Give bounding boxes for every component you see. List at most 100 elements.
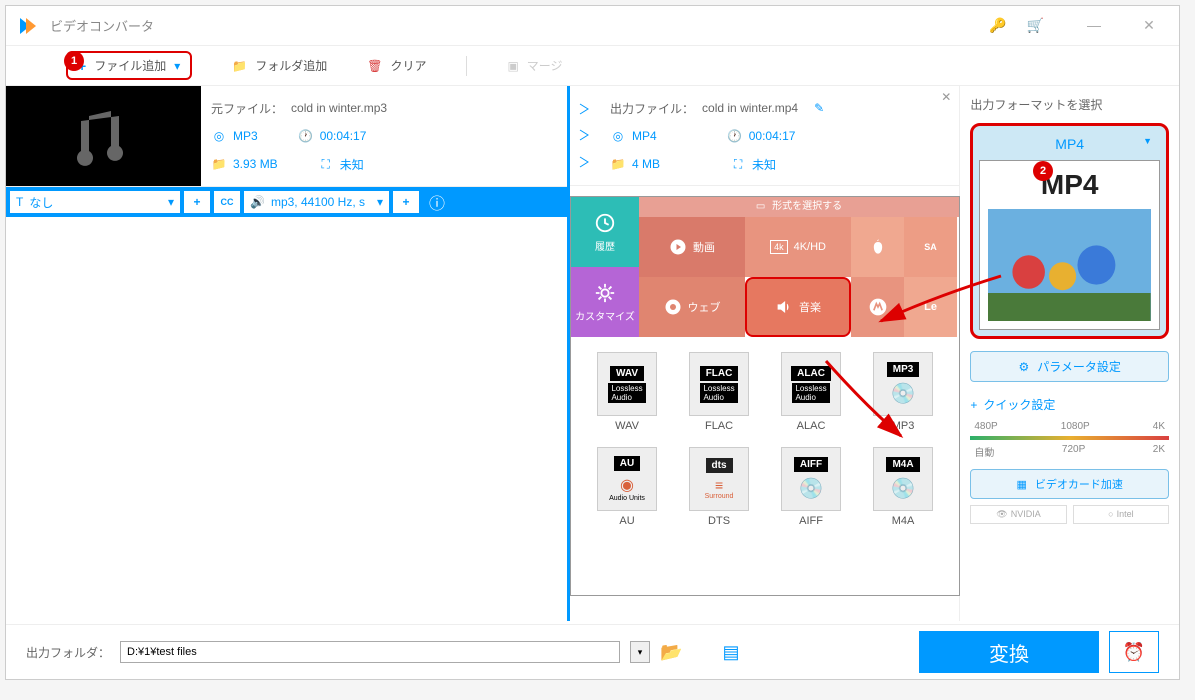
- audio-options-bar: T なし ▾ + CC 🔊 mp3, 44100 Hz, s ▾ + ⓘ: [6, 187, 567, 217]
- add-audio-button[interactable]: +: [393, 191, 419, 213]
- edit-filename-button[interactable]: ✎: [814, 101, 824, 115]
- schedule-button[interactable]: ⏰: [1109, 631, 1159, 673]
- format-dts[interactable]: dts≡SurroundDTS: [678, 447, 760, 527]
- history-icon: [594, 212, 616, 234]
- close-button[interactable]: ✕: [1129, 17, 1169, 34]
- app-logo-icon: [16, 14, 40, 38]
- format-wav[interactable]: WAVLosslessAudioWAV: [586, 352, 668, 432]
- res-480p: 480P: [974, 421, 997, 432]
- window-buttons: — ✕: [1074, 17, 1169, 34]
- param-btn-label: パラメータ設定: [1037, 358, 1121, 375]
- output-folder-input[interactable]: [120, 641, 620, 663]
- format-flac[interactable]: FLACLosslessAudioFLAC: [678, 352, 760, 432]
- category-tiles: 動画 4k 4K/HD SA: [639, 217, 959, 337]
- format-icon: ◎: [211, 129, 227, 143]
- music-note-icon: [69, 106, 139, 166]
- gpu-accel-label: ビデオカード加速: [1035, 476, 1123, 492]
- app-title: ビデオコンバータ: [50, 16, 989, 35]
- plus-icon: +: [970, 398, 977, 412]
- output-folder-label: 出力フォルダ：: [26, 644, 110, 661]
- output-info: ✕ 出力ファイル： cold in winter.mp4 ✎ ◎MP4 🕐00:…: [600, 86, 959, 185]
- add-subtitle-button[interactable]: +: [184, 191, 210, 213]
- minimize-button[interactable]: —: [1074, 17, 1114, 34]
- alarm-icon: ⏰: [1123, 642, 1145, 663]
- format-alac[interactable]: ALACLosslessAudioALAC: [770, 352, 852, 432]
- source-filename: cold in winter.mp3: [291, 101, 387, 115]
- res-2k: 2K: [1153, 444, 1165, 459]
- app-window: ビデオコンバータ 🔑 🛒 — ✕ + ファイル追加 ▾ 📁 フォルダ追加 🗑 ク…: [5, 5, 1180, 680]
- resolution-slider[interactable]: [970, 436, 1169, 440]
- merge-button[interactable]: ▣ マージ: [507, 57, 562, 74]
- output-resolution: 未知: [752, 156, 776, 173]
- remove-file-button[interactable]: ✕: [941, 90, 951, 104]
- merge-label: マージ: [527, 57, 563, 74]
- gpu-accel-button[interactable]: ▦ ビデオカード加速: [970, 469, 1169, 499]
- arrow-divider: [570, 86, 600, 185]
- bottom-bar: 出力フォルダ： ▾ 📂 ▤ 変換 ⏰: [6, 624, 1179, 679]
- key-icon[interactable]: 🔑: [989, 17, 1006, 34]
- toolbar-divider: [466, 56, 467, 76]
- cart-icon[interactable]: 🛒: [1027, 17, 1044, 34]
- folder-list-button[interactable]: ▤: [722, 642, 739, 663]
- play-icon: [669, 238, 687, 256]
- merge-icon: ▣: [507, 59, 518, 73]
- left-column: 元ファイル： cold in winter.mp3 ◎MP3 🕐00:04:17…: [6, 86, 570, 621]
- folder-plus-icon: 📁: [232, 59, 247, 73]
- clear-button[interactable]: 🗑 クリア: [367, 57, 426, 74]
- audio-track-value: mp3, 44100 Hz, s: [271, 195, 377, 209]
- res-720p: 720P: [1062, 444, 1085, 459]
- tile-samsung[interactable]: SA: [904, 217, 957, 277]
- add-file-label: ファイル追加: [94, 57, 166, 74]
- quick-settings-title: クイック設定: [983, 396, 1055, 413]
- tile-4k[interactable]: 4k 4K/HD: [745, 217, 851, 277]
- add-file-button[interactable]: + ファイル追加 ▾: [66, 51, 192, 80]
- format-preview: MP4: [979, 160, 1160, 330]
- audio-track-select[interactable]: 🔊 mp3, 44100 Hz, s ▾: [244, 191, 389, 213]
- output-file-label: 出力ファイル：: [610, 100, 694, 117]
- res-auto: 自動: [974, 444, 994, 459]
- clear-label: クリア: [390, 57, 426, 74]
- parameter-settings-button[interactable]: ⚙ パラメータ設定: [970, 351, 1169, 382]
- tab-customize[interactable]: カスタマイズ: [571, 267, 639, 337]
- tile-web[interactable]: ウェブ: [639, 277, 745, 337]
- gpu-intel[interactable]: ○Intel: [1073, 505, 1169, 524]
- source-file-label: 元ファイル：: [211, 100, 283, 117]
- tile-motorola[interactable]: [851, 277, 904, 337]
- output-folder-dropdown[interactable]: ▾: [630, 641, 650, 663]
- convert-button[interactable]: 変換: [919, 631, 1099, 673]
- callout-2: 2: [1033, 161, 1053, 181]
- speaker-icon: 🔊: [250, 195, 265, 209]
- gear-icon: [594, 282, 616, 304]
- gpu-vendors: 👁NVIDIA ○Intel: [970, 505, 1169, 524]
- format-selector[interactable]: MP4 MP4: [970, 123, 1169, 339]
- file-thumbnail[interactable]: [6, 86, 201, 186]
- tile-music[interactable]: 音楽: [745, 277, 851, 337]
- folder-icon: 📁: [610, 157, 626, 171]
- format-mp3[interactable]: MP3💿MP3: [862, 352, 944, 432]
- tab-history[interactable]: 履歴: [571, 197, 639, 267]
- format-dropdown[interactable]: MP4: [979, 132, 1160, 156]
- add-folder-button[interactable]: 📁 フォルダ追加: [232, 57, 327, 74]
- clock-icon: 🕐: [298, 129, 314, 143]
- output-filesize: 4 MB: [632, 157, 660, 171]
- output-info-row: ✕ 出力ファイル： cold in winter.mp4 ✎ ◎MP4 🕐00:…: [570, 86, 959, 186]
- info-icon[interactable]: ⓘ: [429, 190, 445, 214]
- text-icon: T: [16, 195, 23, 209]
- subtitle-select[interactable]: T なし ▾: [10, 191, 180, 213]
- convert-label: 変換: [989, 638, 1029, 667]
- cc-button[interactable]: CC: [214, 191, 240, 213]
- speaker-icon: [775, 298, 793, 316]
- chevron-down-icon: ▾: [168, 195, 174, 209]
- tile-apple[interactable]: [851, 217, 904, 277]
- output-duration: 00:04:17: [749, 129, 796, 143]
- res-1080p: 1080P: [1061, 421, 1090, 432]
- format-au[interactable]: AU◉Audio UnitsAU: [586, 447, 668, 527]
- folder-icon: 📁: [211, 157, 227, 171]
- format-aiff[interactable]: AIFF💿AIFF: [770, 447, 852, 527]
- format-preview-image: [988, 209, 1151, 321]
- gpu-nvidia[interactable]: 👁NVIDIA: [970, 505, 1066, 524]
- format-m4a[interactable]: M4A💿M4A: [862, 447, 944, 527]
- tile-lenovo[interactable]: Le: [904, 277, 957, 337]
- tile-video[interactable]: 動画: [639, 217, 745, 277]
- open-folder-button[interactable]: 📂: [660, 642, 682, 663]
